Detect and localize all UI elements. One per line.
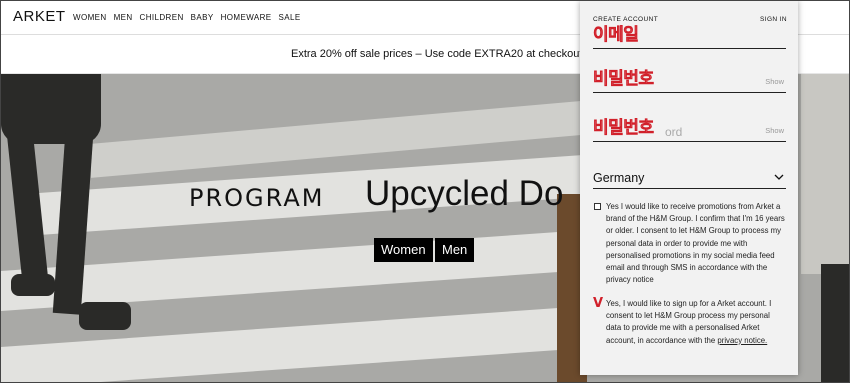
password-show-toggle[interactable]: Show <box>765 77 784 86</box>
hero-women-button[interactable]: Women <box>374 238 433 262</box>
nav-children[interactable]: CHILDREN <box>140 13 184 22</box>
arket-logo[interactable]: ARKET <box>13 8 66 25</box>
nav-women[interactable]: WOMEN <box>73 13 107 22</box>
chevron-down-icon <box>774 174 784 180</box>
hero-program-label: PROGRAM <box>189 184 325 212</box>
account-checkmark[interactable]: V <box>593 296 603 311</box>
country-select[interactable]: Germany <box>593 167 786 189</box>
promotions-consent-text: Yes I would like to receive promotions f… <box>606 202 785 285</box>
confirm-password-field[interactable]: ord 비밀번호 Show <box>593 118 786 142</box>
promotions-checkbox[interactable] <box>594 203 601 210</box>
pedestrian-left-shoe <box>11 274 55 296</box>
pedestrian-right <box>801 74 849 274</box>
hero-men-button[interactable]: Men <box>435 238 475 262</box>
email-field[interactable]: 이메일 <box>593 25 786 49</box>
password-field[interactable]: 비밀번호 Show <box>593 69 786 93</box>
pedestrian-left <box>1 74 101 144</box>
page-frame: ARKET WOMEN MEN CHILDREN BABY HOMEWARE S… <box>0 0 850 383</box>
hero-headline: Upcycled Do <box>365 174 564 213</box>
confirm-password-label: 비밀번호 <box>593 118 655 139</box>
nav-homeware[interactable]: HOMEWARE <box>221 13 272 22</box>
pedestrian-left-shoe <box>79 302 131 330</box>
promo-text[interactable]: Extra 20% off sale prices – Use code EXT… <box>291 48 582 60</box>
nav-sale[interactable]: SALE <box>279 13 301 22</box>
crosswalk-stripe <box>1 229 601 311</box>
create-account-panel: CREATE ACCOUNT SIGN IN 이메일 비밀번호 Show ord… <box>580 1 798 375</box>
tab-sign-in[interactable]: SIGN IN <box>760 16 787 23</box>
privacy-notice-link[interactable]: privacy notice. <box>717 336 767 345</box>
nav-men[interactable]: MEN <box>114 13 133 22</box>
confirm-password-show-toggle[interactable]: Show <box>765 126 784 135</box>
email-label: 이메일 <box>593 25 640 46</box>
main-nav: WOMEN MEN CHILDREN BABY HOMEWARE SALE <box>73 13 301 22</box>
account-consent-text: Yes, I would like to sign up for a Arket… <box>606 298 786 347</box>
confirm-password-placeholder: ord <box>665 125 683 139</box>
pedestrian-right-leg <box>821 264 849 382</box>
nav-baby[interactable]: BABY <box>191 13 214 22</box>
country-value: Germany <box>593 171 645 185</box>
password-label: 비밀번호 <box>593 69 655 90</box>
